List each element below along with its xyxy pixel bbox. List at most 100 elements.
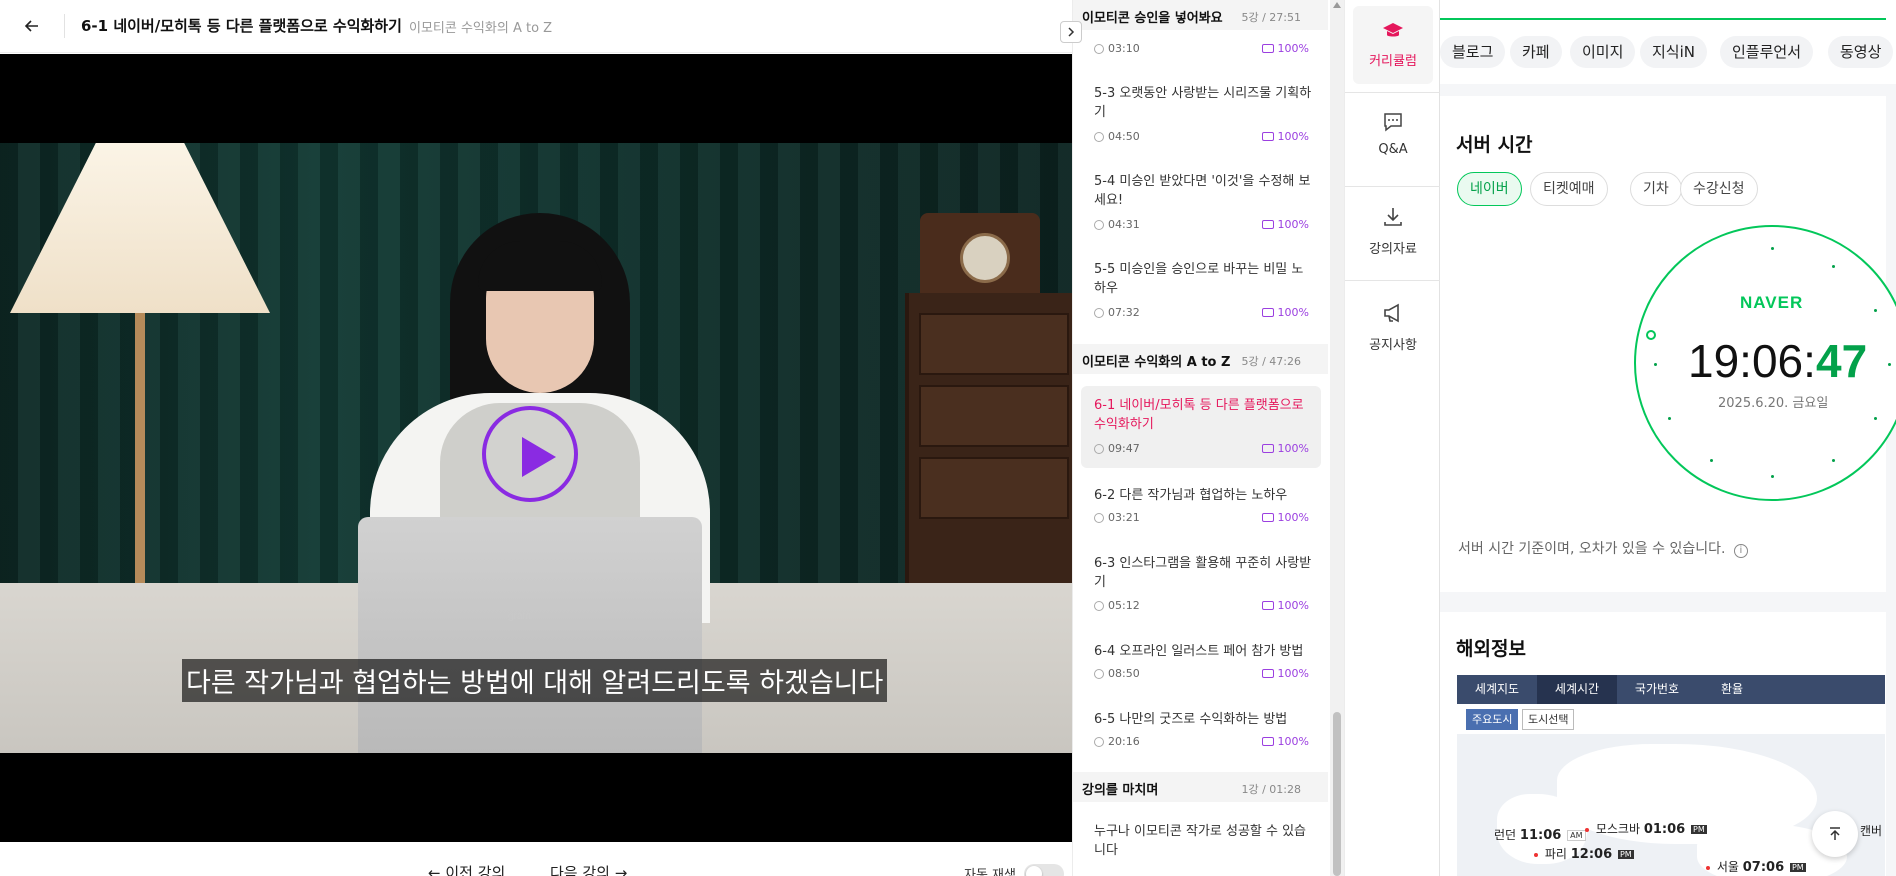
- clock-tick: [1874, 309, 1877, 312]
- duration-text: 20:16: [1108, 735, 1140, 748]
- subtab-select-city[interactable]: 도시선택: [1522, 709, 1575, 730]
- progress-text: 100%: [1277, 599, 1309, 612]
- lesson-item[interactable]: 5-5 미승인을 승인으로 바꾸는 비밀 노하우 07:32 100%: [1081, 252, 1321, 328]
- overseas-title: 해외정보: [1456, 638, 1526, 660]
- chip-cafe[interactable]: 카페: [1510, 36, 1562, 68]
- divider: [1345, 186, 1441, 187]
- header-divider: [64, 14, 65, 38]
- tab-country-code[interactable]: 국가번호: [1617, 675, 1697, 704]
- clock-icon: [1094, 512, 1104, 523]
- back-button[interactable]: [18, 12, 46, 40]
- lesson-item[interactable]: 5-3 오랫동안 사랑받는 시리즈물 기획하기 04:50 100%: [1081, 76, 1321, 152]
- duration-text: 04:31: [1108, 218, 1140, 231]
- chat-bubble-icon: [1384, 113, 1402, 132]
- lesson-item[interactable]: 6-5 나만의 굿즈로 수익화하는 방법 20:16 100%: [1081, 702, 1321, 760]
- progress-text: 100%: [1277, 218, 1309, 231]
- clock-tick: [1654, 363, 1657, 366]
- lesson-duration: 04:31: [1094, 218, 1140, 231]
- presenter-bangs: [478, 241, 602, 291]
- section-meta: 5강 / 27:51: [1241, 11, 1301, 24]
- server-time-title: 서버 시간: [1456, 134, 1533, 156]
- prev-lesson-button[interactable]: ← 이전 강의: [428, 862, 505, 876]
- lesson-item[interactable]: 6-2 다른 작가님과 협업하는 노하우 03:21 100%: [1081, 478, 1321, 536]
- player-header: 6-1 네이버/모히톡 등 다른 플랫폼으로 수익화하기 이모티콘 수익화의 A…: [0, 0, 1072, 53]
- chip-influencer[interactable]: 인플루언서: [1720, 36, 1814, 68]
- autoplay-toggle[interactable]: [1024, 864, 1064, 876]
- cabinet-drawer: [919, 385, 1069, 447]
- lesson-item[interactable]: 5-4 미승인 받았다면 '이것'을 수정해 보세요! 04:31 100%: [1081, 164, 1321, 240]
- progress-icon: [1261, 44, 1274, 53]
- pill-train[interactable]: 기차: [1630, 172, 1682, 206]
- toggle-knob: [1026, 866, 1042, 876]
- arrow-left-icon: ←: [428, 864, 441, 876]
- lesson-progress: 100%: [1261, 306, 1309, 319]
- progress-text: 100%: [1277, 306, 1309, 319]
- tool-materials[interactable]: 강의자료: [1345, 206, 1441, 276]
- clock-tick: [1710, 459, 1713, 462]
- curriculum-list: 이모티콘 승인을 넣어봐요 5강 / 27:51 03:10 100% 5-3 …: [1072, 0, 1328, 876]
- panel-toggle-button[interactable]: [1060, 21, 1082, 43]
- section-header[interactable]: 강의를 마치며 1강 / 01:28: [1073, 772, 1328, 802]
- chip-blog[interactable]: 블로그: [1440, 36, 1506, 68]
- pill-enroll[interactable]: 수강신청: [1680, 172, 1758, 206]
- lesson-title: 6-5 나만의 굿즈로 수익화하는 방법: [1094, 712, 1288, 727]
- tab-exchange[interactable]: 환율: [1697, 675, 1767, 704]
- scroll-thumb[interactable]: [1333, 712, 1341, 876]
- play-icon: [522, 437, 556, 477]
- lesson-title: 6-1 네이버/모히톡 등 다른 플랫폼으로 수익화하기: [1094, 398, 1304, 432]
- subtab-major-cities[interactable]: 주요도시: [1466, 709, 1519, 730]
- chip-image[interactable]: 이미지: [1570, 36, 1636, 68]
- clock-start-marker: [1646, 325, 1656, 344]
- tool-curriculum[interactable]: 커리큘럼: [1353, 6, 1433, 84]
- play-button[interactable]: [482, 406, 578, 502]
- ampm-badge: PM: [1617, 850, 1634, 859]
- tool-qna[interactable]: Q&A: [1345, 112, 1441, 182]
- next-lesson-button[interactable]: 다음 강의 →: [550, 862, 627, 876]
- lesson-duration: 05:12: [1094, 599, 1140, 612]
- progress-icon: [1261, 220, 1274, 229]
- lesson-item[interactable]: 6-3 인스타그램을 활용해 꾸준히 사랑받기 05:12 100%: [1081, 546, 1321, 622]
- lesson-item[interactable]: 03:10 100%: [1081, 32, 1321, 62]
- chip-video[interactable]: 동영상: [1828, 36, 1894, 68]
- scroll-up-icon[interactable]: [1333, 2, 1341, 8]
- tab-world-time[interactable]: 세계시간: [1537, 675, 1617, 704]
- lesson-progress: 100%: [1261, 442, 1309, 455]
- duration-text: 03:21: [1108, 511, 1140, 524]
- lesson-item[interactable]: 누구나 이모티콘 작가로 성공할 수 있습니다: [1081, 814, 1321, 876]
- duration-text: 07:32: [1108, 306, 1140, 319]
- progress-icon: [1261, 601, 1274, 610]
- clock-icon: [1094, 131, 1104, 142]
- server-date: 2025.6.20. 금요일: [1718, 396, 1829, 411]
- section-header[interactable]: 이모티콘 수익화의 A to Z 5강 / 47:26: [1073, 344, 1328, 374]
- section-header[interactable]: 이모티콘 승인을 넣어봐요 5강 / 27:51: [1073, 0, 1328, 30]
- pill-naver[interactable]: 네이버: [1457, 172, 1522, 206]
- tool-notice[interactable]: 공지사항: [1345, 302, 1441, 372]
- chip-kin[interactable]: 지식iN: [1640, 36, 1707, 68]
- lesson-item[interactable]: 6-4 오프라인 일러스트 페어 참가 방법 08:50 100%: [1081, 634, 1321, 692]
- cabinet-drawer: [919, 313, 1069, 375]
- city-name: 캔버: [1860, 824, 1883, 838]
- laptop: [358, 517, 702, 753]
- graduation-cap-icon: [1383, 23, 1403, 37]
- lecture-title: 6-1 네이버/모히톡 등 다른 플랫폼으로 수익화하기: [81, 17, 402, 35]
- note-text: 서버 시간 기준이며, 오차가 있을 수 있습니다.: [1458, 541, 1726, 557]
- city-name: 서울: [1716, 860, 1739, 874]
- progress-icon: [1261, 513, 1274, 522]
- autoplay-label: 자동 재생: [964, 868, 1016, 876]
- tab-world-map[interactable]: 세계지도: [1457, 675, 1537, 704]
- duration-text: 09:47: [1108, 442, 1140, 455]
- lesson-duration: 09:47: [1094, 442, 1140, 455]
- divider: [1345, 280, 1441, 281]
- prev-lesson-label: 이전 강의: [445, 864, 506, 876]
- clock-tick: [1668, 417, 1671, 420]
- video-player[interactable]: gram 다른 작가님과 협업하는 방법에 대해 알려드리도록 하겠습니다: [0, 54, 1072, 842]
- duration-text: 03:10: [1108, 42, 1140, 55]
- scroll-to-top-button[interactable]: [1812, 811, 1858, 857]
- pill-ticket[interactable]: 티켓예매: [1530, 172, 1608, 206]
- ampm-badge: PM: [1789, 863, 1806, 872]
- clock-icon: [1094, 736, 1104, 747]
- info-icon[interactable]: i: [1733, 544, 1748, 558]
- lesson-item-active[interactable]: 6-1 네이버/모히톡 등 다른 플랫폼으로 수익화하기 09:47 100%: [1081, 386, 1321, 468]
- duration-text: 04:50: [1108, 130, 1140, 143]
- curriculum-scrollbar[interactable]: [1330, 0, 1344, 876]
